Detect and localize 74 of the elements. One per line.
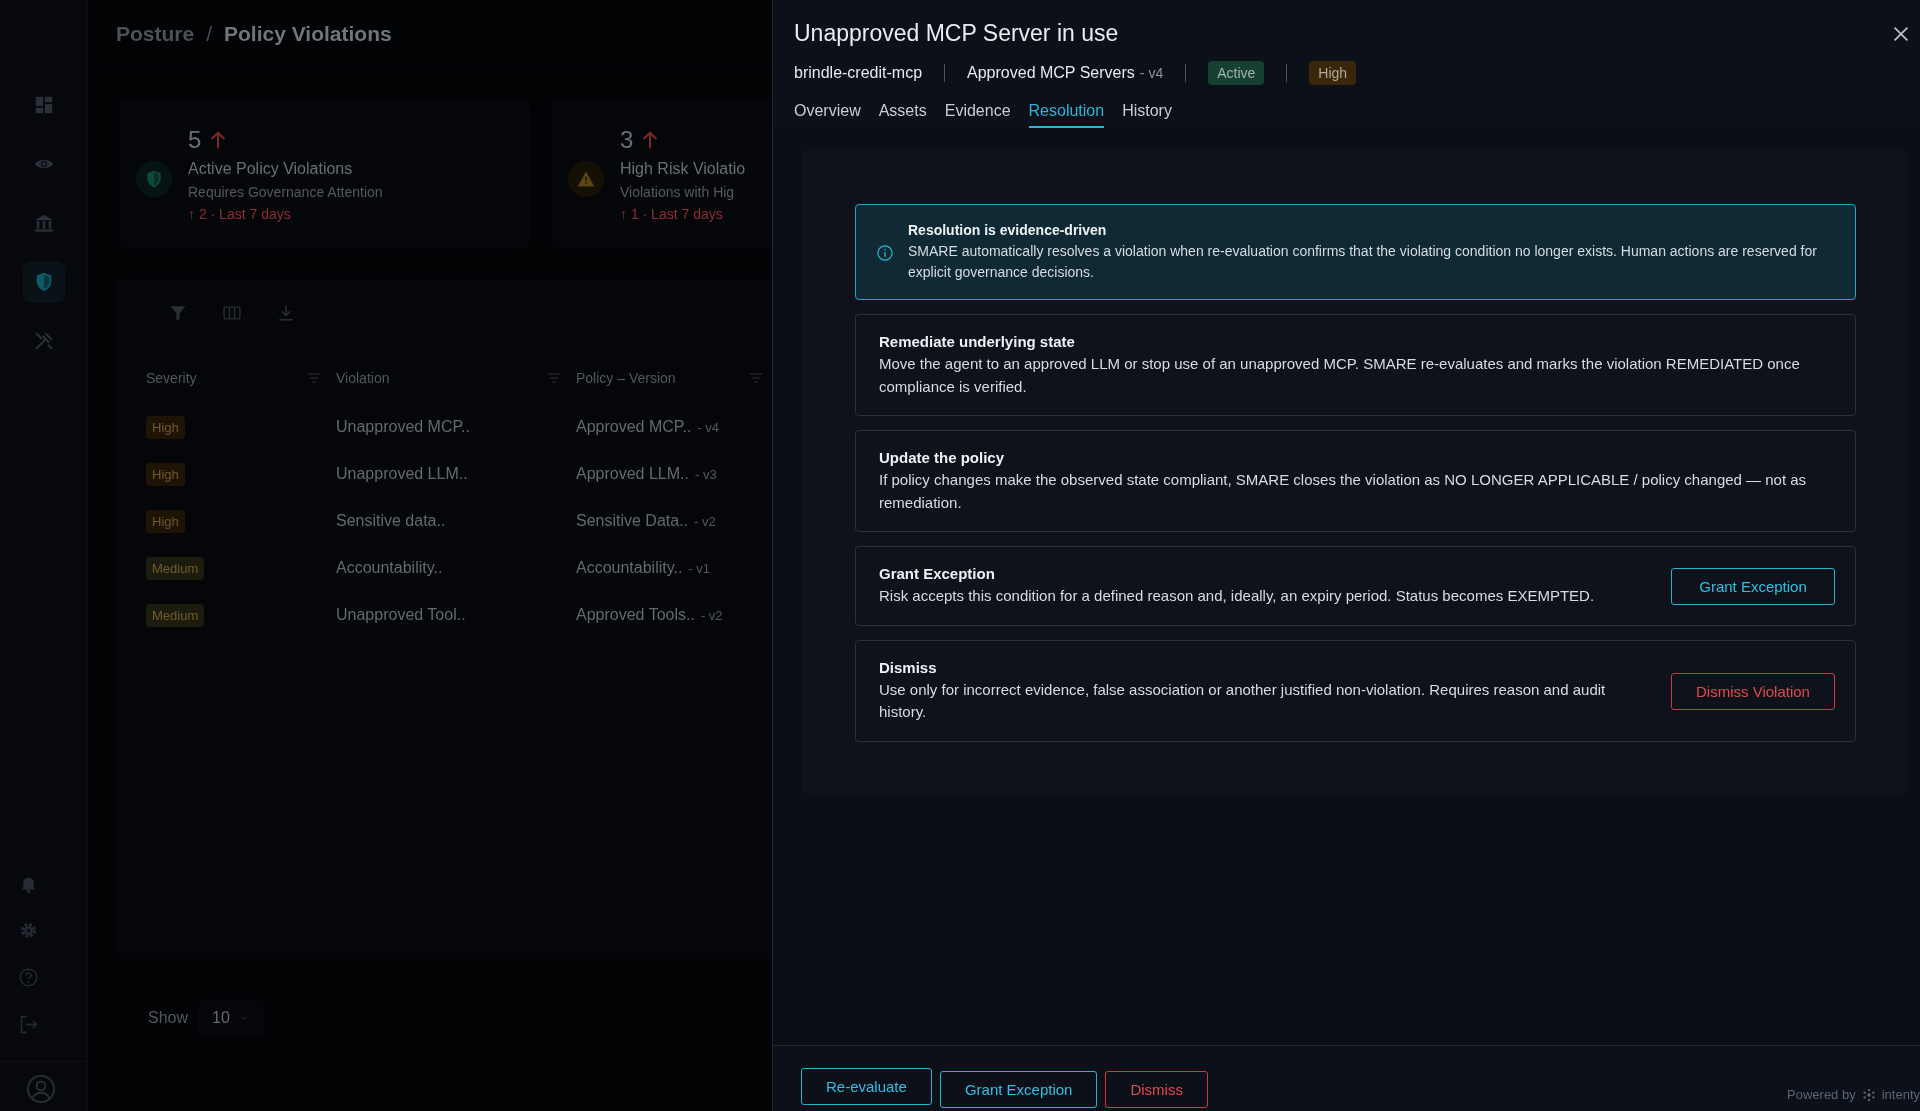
stat-value: 3 bbox=[620, 126, 634, 154]
table-cell: Approved LLM.. bbox=[576, 465, 689, 483]
tab[interactable]: Overview bbox=[794, 102, 861, 128]
table-cell: Unapproved LLM.. bbox=[336, 465, 468, 483]
shield-icon bbox=[144, 169, 164, 189]
page-size-dropdown[interactable]: 10 bbox=[198, 999, 264, 1037]
drawer-title: Unapproved MCP Server in use bbox=[794, 20, 1119, 47]
version-label: - v4 bbox=[697, 419, 719, 435]
card-description: Risk accepts this condition for a defined reason and, ideally, an expiry period. Status becomes EXEMPTED. bbox=[879, 586, 1596, 606]
severity-badge: Medium bbox=[146, 556, 205, 580]
card-description: SMARE automatically resolves a violation when re-evaluation confirms that the violating condition no longer exists. Human actions are reserved for explicit governance decisions. bbox=[908, 242, 1818, 282]
logout-icon[interactable] bbox=[18, 1014, 39, 1035]
card-title: Dismiss bbox=[879, 658, 938, 676]
table-cell: Accountability.. bbox=[336, 559, 443, 577]
stat-title: High Risk Violatio bbox=[620, 160, 746, 178]
tab[interactable]: Evidence bbox=[944, 102, 1011, 128]
severity-badge: High bbox=[146, 509, 185, 533]
logo-icon bbox=[1861, 1087, 1876, 1102]
table-cell: Sensitive Data.. bbox=[576, 512, 689, 530]
card-title: Resolution is evidence-driven bbox=[908, 222, 1108, 238]
version-label: - v2 bbox=[700, 607, 723, 623]
severity-badge: Medium bbox=[146, 603, 205, 627]
card-title: Update the policy bbox=[879, 449, 1006, 466]
breadcrumb-separator: / bbox=[206, 22, 213, 46]
powered-by-label: Powered by bbox=[1787, 1087, 1856, 1102]
info-icon bbox=[876, 243, 894, 262]
help-icon[interactable] bbox=[18, 967, 39, 988]
tab[interactable]: History bbox=[1122, 102, 1172, 128]
card-title: Grant Exception bbox=[879, 565, 996, 582]
stat-value: 5 bbox=[188, 126, 202, 154]
table-cell: Accountability.. bbox=[576, 559, 683, 577]
filter-icon[interactable] bbox=[168, 303, 188, 323]
stat-trend: ↑ 1 · Last 7 days bbox=[620, 206, 724, 222]
breadcrumb-item: Policy Violations bbox=[224, 22, 392, 46]
severity-badge: High bbox=[146, 462, 185, 486]
action-button[interactable]: Grant Exception bbox=[939, 1071, 1098, 1108]
warning-icon bbox=[576, 169, 596, 189]
table-cell: Approved MCP.. bbox=[576, 418, 692, 436]
tab[interactable]: Assets bbox=[878, 102, 927, 128]
bank-icon bbox=[32, 212, 55, 234]
table-cell: Approved Tools.. bbox=[576, 606, 695, 624]
nav-item[interactable] bbox=[22, 261, 65, 303]
status-badge: Active bbox=[1208, 61, 1265, 85]
stat-subtitle: Violations with Hig bbox=[620, 184, 736, 200]
card-description: If policy changes make the observed state compliant, SMARE closes the violation as NO LONGER APPLICABLE / policy changed — not as remediation. bbox=[879, 470, 1808, 513]
column-header: Violation bbox=[336, 370, 390, 386]
brand-name: intenty bbox=[1881, 1087, 1920, 1102]
version-label: - v3 bbox=[694, 466, 717, 482]
avatar-icon[interactable] bbox=[26, 1074, 56, 1104]
stat-subtitle: Requires Governance Attention bbox=[188, 184, 383, 200]
dismiss-button[interactable]: Dismiss Violation bbox=[1671, 672, 1835, 710]
table-cell: Unapproved MCP.. bbox=[336, 418, 470, 436]
column-header: Severity bbox=[146, 370, 197, 386]
status-badge: High bbox=[1309, 61, 1357, 85]
table-cell: Unapproved Tool.. bbox=[336, 606, 466, 624]
stat-trend: ↑ 2 · Last 7 days bbox=[188, 206, 292, 222]
action-button[interactable]: Re-evaluate bbox=[801, 1068, 932, 1105]
severity-badge: High bbox=[146, 415, 185, 439]
card-title: Remediate underlying state bbox=[879, 333, 1076, 350]
version-label: - v1 bbox=[688, 560, 711, 576]
version-label: - v4 bbox=[1139, 65, 1164, 81]
asset-name: brindle-credit-mcp bbox=[794, 64, 923, 82]
column-header: Policy – Version bbox=[576, 370, 676, 386]
settings-icon[interactable] bbox=[18, 920, 39, 941]
card-description: Use only for incorrect evidence, false association or another justified non-violation. Requires reason and audit history. bbox=[879, 679, 1607, 722]
grant-exception-button[interactable]: Grant Exception bbox=[1671, 567, 1835, 605]
show-label: Show bbox=[148, 1009, 189, 1027]
table-cell: Sensitive data.. bbox=[336, 512, 446, 530]
card-description: Move the agent to an approved LLM or stop use of an unapproved MCP. SMARE re-evaluates and marks the violation REMEDIATED once compliance is verified. bbox=[879, 354, 1801, 397]
stat-title: Active Policy Violations bbox=[188, 160, 354, 178]
download-icon[interactable] bbox=[276, 303, 296, 323]
action-button[interactable]: Dismiss bbox=[1105, 1071, 1208, 1108]
policy-name: Approved MCP Servers bbox=[967, 64, 1135, 82]
version-label: - v2 bbox=[694, 513, 716, 529]
